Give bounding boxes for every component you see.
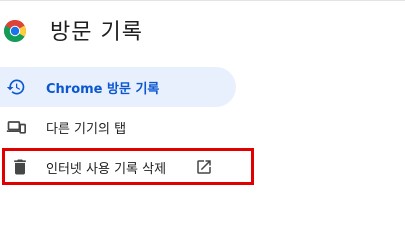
history-icon bbox=[6, 79, 25, 95]
delete-browsing-data-link[interactable]: 인터넷 사용 기록 삭제 bbox=[2, 148, 254, 185]
page-header: 방문 기록 bbox=[0, 0, 405, 64]
delete-browsing-data-label: 인터넷 사용 기록 삭제 bbox=[46, 162, 167, 177]
nav-item-chrome-history[interactable]: Chrome 방문 기록 bbox=[0, 67, 236, 107]
nav-item-label: 다른 기기의 탭 bbox=[46, 122, 127, 137]
nav-item-other-devices[interactable]: 다른 기기의 탭 bbox=[0, 107, 236, 147]
page-title: 방문 기록 bbox=[50, 20, 143, 45]
history-page: 방문 기록 Chrome 방문 기록 다른 기기의 탭 인터넷 사용 기록 삭제 bbox=[0, 0, 405, 249]
devices-icon bbox=[6, 121, 26, 134]
open-in-new-icon bbox=[197, 160, 211, 174]
chrome-logo-icon bbox=[3, 20, 26, 43]
trash-icon bbox=[14, 159, 26, 175]
nav-item-label: Chrome 방문 기록 bbox=[46, 82, 160, 97]
